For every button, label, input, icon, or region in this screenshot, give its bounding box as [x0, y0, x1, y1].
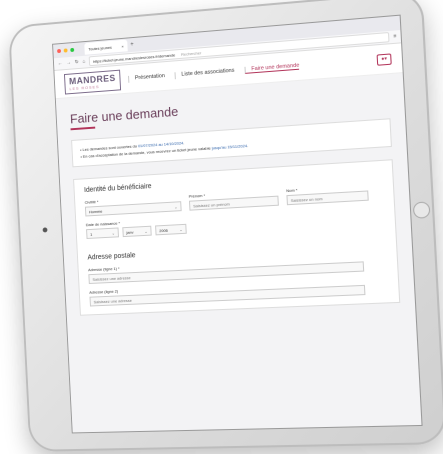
menu-icon[interactable]: ≡: [393, 33, 396, 39]
nav-associations[interactable]: Liste des associations: [174, 67, 235, 79]
info-notice: • Les demandes sont ouvertes du 01/07/20…: [71, 118, 392, 168]
name-input[interactable]: Saisissez un nom: [286, 190, 369, 206]
forward-icon[interactable]: →: [66, 60, 71, 66]
user-menu-button[interactable]: ●▾: [376, 52, 392, 66]
home-icon[interactable]: ⌂: [82, 59, 85, 65]
birth-year-value: 2006: [159, 227, 168, 233]
nav-faire-une-demande[interactable]: Faire une demande: [244, 62, 300, 74]
minimize-window-icon[interactable]: [63, 48, 68, 53]
tab-title: Toutes jeunes: [88, 44, 112, 52]
civility-value: Homme: [88, 208, 103, 214]
birth-day-value: 1: [89, 231, 93, 237]
tablet-device: Toutes jeunes × + ← → ↻ ⌂ https://ticket…: [8, 0, 443, 452]
site-logo[interactable]: MANDRES LES ROSES: [63, 69, 122, 95]
reload-icon[interactable]: ↻: [75, 59, 79, 65]
title-underline: [70, 126, 96, 131]
civility-field: Civilité * Homme ⌄: [85, 194, 182, 217]
chevron-down-icon: ⌄: [179, 226, 183, 232]
maximize-window-icon[interactable]: [70, 47, 75, 53]
birth-month-select[interactable]: janv ⌄: [122, 225, 152, 238]
close-window-icon[interactable]: [57, 48, 62, 54]
request-form: Identité du bénéficiaire Civilité * Homm…: [73, 159, 401, 316]
tab-close-icon[interactable]: ×: [121, 43, 123, 48]
name-field: Nom * Saisissez un nom: [286, 183, 369, 206]
birth-day-select[interactable]: 1 ⌄: [86, 227, 119, 239]
chevron-down-icon: ⌄: [174, 203, 178, 210]
search-field[interactable]: Rechercher: [181, 50, 202, 57]
notice-dates-2: jusqu'au 15/11/2024: [211, 143, 248, 151]
new-tab-icon[interactable]: +: [130, 42, 134, 48]
nav-presentation[interactable]: Présentation: [128, 72, 166, 83]
browser-window: Toutes jeunes × + ← → ↻ ⌂ https://ticket…: [52, 14, 423, 434]
firstname-field: Prénom * Saisissez un prénom: [189, 189, 279, 211]
stage: Toutes jeunes × + ← → ↻ ⌂ https://ticket…: [0, 0, 443, 454]
chevron-down-icon: ⌄: [111, 230, 116, 236]
chevron-down-icon: ⌄: [144, 228, 148, 234]
birth-month-value: janv: [126, 229, 134, 235]
main-nav: Présentation Liste des associations Fair…: [128, 62, 300, 83]
back-icon[interactable]: ←: [58, 61, 63, 67]
page-content: Faire une demande • Les demandes sont ou…: [55, 73, 423, 434]
birth-year-select[interactable]: 2006 ⌄: [155, 223, 187, 236]
